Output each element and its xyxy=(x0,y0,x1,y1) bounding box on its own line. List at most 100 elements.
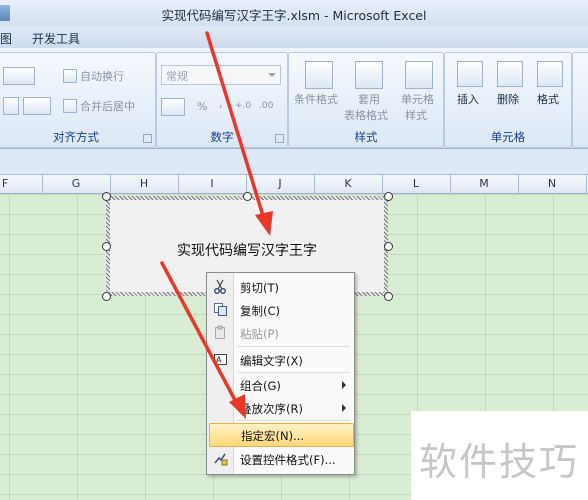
column-header-h[interactable]: H xyxy=(110,177,178,190)
menu-item-copy[interactable]: 复制(C) xyxy=(207,299,354,321)
menu-separator xyxy=(237,346,350,347)
resize-handle-bottom-left[interactable] xyxy=(102,292,111,301)
column-divider[interactable] xyxy=(42,175,43,193)
menu-item-paste[interactable]: 粘贴(P) xyxy=(207,322,354,344)
delete-cells-icon xyxy=(497,61,523,87)
column-divider[interactable] xyxy=(246,175,247,193)
column-header-j[interactable]: J xyxy=(246,177,314,190)
column-header-l[interactable]: L xyxy=(382,177,450,190)
alignment-group: 自动换行 合并后居中 对齐方式 xyxy=(0,52,156,148)
menu-item-format-control[interactable]: 设置控件格式(F)... xyxy=(207,448,354,470)
menu-item-label: 剪切(T) xyxy=(240,281,279,295)
resize-handle-top[interactable] xyxy=(243,192,252,201)
submenu-arrow-icon xyxy=(342,381,346,389)
format-button[interactable]: 格式 xyxy=(537,91,559,107)
copy-icon xyxy=(214,303,227,316)
menu-separator xyxy=(237,372,350,373)
menu-item-label: 编辑文字(X) xyxy=(240,354,303,368)
format-as-table-line2[interactable]: 表格格式 xyxy=(344,107,388,123)
column-divider[interactable] xyxy=(314,175,315,193)
comma-button[interactable]: , xyxy=(219,97,223,110)
insert-button[interactable]: 插入 xyxy=(457,91,479,107)
resize-handle-bottom-right[interactable] xyxy=(384,292,393,301)
menu-item-label: 叠放次序(R) xyxy=(240,402,303,416)
editing-group-partial xyxy=(572,52,588,148)
formula-bar-area xyxy=(0,149,588,175)
number-format-combo[interactable]: 常规 xyxy=(161,65,281,85)
column-divider[interactable] xyxy=(110,175,111,193)
ribbon-tabs: 图 开发工具 xyxy=(0,26,588,48)
scissors-icon xyxy=(214,279,226,294)
submenu-arrow-icon xyxy=(342,404,346,412)
decrease-indent-icon[interactable] xyxy=(3,97,19,115)
cell-styles-icon xyxy=(405,61,433,89)
cells-group: 插入 删除 格式 单元格 xyxy=(444,52,572,148)
context-menu: 剪切(T) 复制(C) 粘贴(P) A 编辑文字(X) 组合(G) 叠放次序(R… xyxy=(206,272,355,475)
column-divider[interactable] xyxy=(178,175,179,193)
menu-item-label: 粘贴(P) xyxy=(240,327,279,341)
column-divider[interactable] xyxy=(518,175,519,193)
svg-text:A: A xyxy=(216,356,222,365)
resize-handle-top-right[interactable] xyxy=(384,192,393,201)
number-launcher-icon[interactable] xyxy=(275,134,284,143)
format-control-icon xyxy=(214,453,228,466)
edit-text-icon: A xyxy=(214,354,227,365)
alignment-group-label: 对齐方式 xyxy=(53,130,99,144)
increase-decimal-button[interactable]: +.0 xyxy=(235,101,251,111)
resize-handle-right[interactable] xyxy=(384,242,393,251)
cell-styles-line2[interactable]: 样式 xyxy=(405,107,427,123)
paste-icon xyxy=(215,325,225,339)
menu-item-order[interactable]: 叠放次序(R) xyxy=(207,397,354,419)
menu-separator xyxy=(237,420,350,421)
textbox-text: 实现代码编写汉字王字 xyxy=(177,243,317,259)
alignment-launcher-icon[interactable] xyxy=(143,134,152,143)
number-group-label: 数字 xyxy=(210,130,234,144)
menu-item-assign-macro[interactable]: 指定宏(N)... xyxy=(209,423,354,447)
merge-center-button[interactable]: 合并后居中 xyxy=(80,98,135,114)
wrap-text-button[interactable]: 自动换行 xyxy=(80,68,124,84)
delete-button[interactable]: 删除 xyxy=(497,91,519,107)
menu-item-label: 复制(C) xyxy=(240,304,281,318)
menu-item-cut[interactable]: 剪切(T) xyxy=(207,276,354,298)
format-as-table-line1[interactable]: 套用 xyxy=(358,91,380,107)
ribbon: 自动换行 合并后居中 对齐方式 常规 % , +.0 .00 数字 条件格式 套… xyxy=(0,48,588,149)
chevron-down-icon xyxy=(268,73,276,77)
number-group: 常规 % , +.0 .00 数字 xyxy=(156,52,288,148)
percent-button[interactable]: % xyxy=(197,100,207,113)
column-header-i[interactable]: I xyxy=(178,177,246,190)
styles-group: 条件格式 套用 表格格式 单元格 样式 样式 xyxy=(288,52,444,148)
resize-handle-top-left[interactable] xyxy=(102,192,111,201)
conditional-format-button[interactable]: 条件格式 xyxy=(294,91,338,107)
currency-icon[interactable] xyxy=(161,98,185,116)
column-header-m[interactable]: M xyxy=(450,177,518,190)
watermark-text: 软件技巧 xyxy=(419,440,580,484)
column-divider[interactable] xyxy=(382,175,383,193)
column-divider[interactable] xyxy=(450,175,451,193)
column-header-n[interactable]: N xyxy=(518,177,586,190)
menu-item-group[interactable]: 组合(G) xyxy=(207,374,354,396)
decrease-decimal-button[interactable]: .00 xyxy=(259,101,273,111)
orientation-icon[interactable] xyxy=(3,67,35,85)
column-header-k[interactable]: K xyxy=(314,177,382,190)
cell-styles-line1[interactable]: 单元格 xyxy=(401,91,434,107)
tab-view[interactable]: 图 xyxy=(0,30,12,47)
title-bar: 实现代码编写汉字王字.xlsm - Microsoft Excel xyxy=(0,0,588,27)
increase-indent-icon[interactable] xyxy=(23,97,51,115)
wrap-text-icon xyxy=(63,69,77,83)
insert-cells-icon xyxy=(457,61,483,87)
menu-item-label: 设置控件格式(F)... xyxy=(240,453,336,467)
column-headers: F G H I J K L M N xyxy=(0,175,588,194)
column-header-g[interactable]: G xyxy=(42,177,110,190)
menu-item-edit-text[interactable]: A 编辑文字(X) xyxy=(207,349,354,371)
resize-handle-left[interactable] xyxy=(102,242,111,251)
cells-group-label: 单元格 xyxy=(490,130,526,144)
menu-item-label: 指定宏(N)... xyxy=(241,429,305,443)
tab-developer[interactable]: 开发工具 xyxy=(32,30,80,47)
menu-item-label: 组合(G) xyxy=(240,379,281,393)
window-title: 实现代码编写汉字王字.xlsm - Microsoft Excel xyxy=(161,8,427,23)
merge-center-icon xyxy=(63,99,77,113)
column-divider[interactable] xyxy=(586,175,587,193)
number-format-value: 常规 xyxy=(166,70,188,83)
column-header-f[interactable]: F xyxy=(0,177,10,190)
styles-group-label: 样式 xyxy=(354,130,378,144)
